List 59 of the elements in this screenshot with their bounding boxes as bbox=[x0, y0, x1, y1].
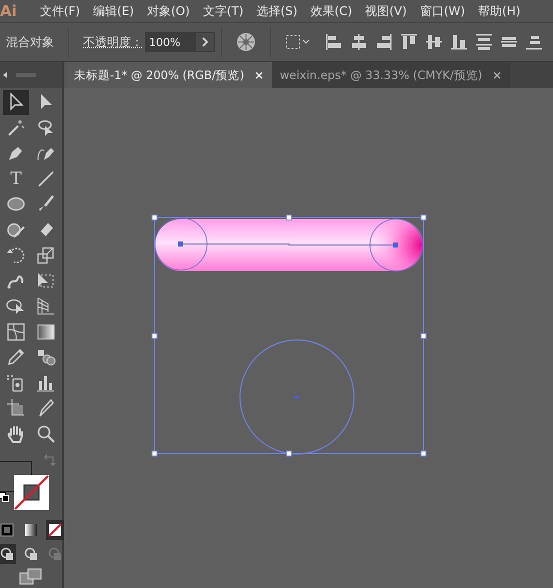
close-button[interactable]: × bbox=[492, 68, 502, 82]
draw-normal-icon bbox=[0, 547, 14, 561]
eyedropper-icon bbox=[6, 347, 26, 368]
perspective-grid-icon bbox=[36, 296, 56, 316]
menu-item[interactable]: 编辑(E) bbox=[93, 2, 134, 20]
none-mode-button[interactable] bbox=[46, 520, 64, 540]
draw-inside-icon bbox=[48, 547, 62, 561]
grip-icon[interactable] bbox=[16, 73, 36, 77]
align-top-icon[interactable] bbox=[400, 33, 418, 51]
line-segment-icon bbox=[36, 168, 56, 189]
menu-item[interactable]: 文字(T) bbox=[202, 2, 244, 20]
tab-title: 未标题-1* @ 200% (RGB/预览) bbox=[74, 68, 244, 82]
distribute-top-icon[interactable] bbox=[475, 33, 493, 51]
selection-label: 混合对象 bbox=[5, 34, 55, 50]
app-logo: Ai bbox=[0, 2, 17, 20]
blend-icon bbox=[36, 347, 56, 368]
mesh-icon bbox=[6, 322, 26, 342]
opacity-menu-button[interactable] bbox=[195, 32, 215, 52]
none-mode-icon bbox=[48, 523, 62, 537]
align-left-icon[interactable] bbox=[325, 33, 343, 51]
menu-item[interactable]: 文件(F) bbox=[40, 2, 80, 20]
fill-swatch[interactable] bbox=[14, 475, 49, 510]
selection-area-icon[interactable] bbox=[285, 34, 311, 50]
chevron-right-icon bbox=[201, 37, 209, 47]
distribute-bottom-icon[interactable] bbox=[525, 33, 543, 51]
document-tab[interactable]: weixin.eps* @ 33.33% (CMYK/预览) × bbox=[272, 62, 510, 88]
document-tab[interactable]: 未标题-1* @ 200% (RGB/预览) × bbox=[66, 62, 272, 88]
rotate-icon bbox=[6, 245, 26, 266]
menu-item[interactable]: 选择(S) bbox=[256, 2, 298, 20]
collapse-icon[interactable] bbox=[2, 72, 8, 78]
tab-title: weixin.eps* @ 33.33% (CMYK/预览) bbox=[280, 68, 482, 82]
align-right-icon[interactable] bbox=[375, 33, 393, 51]
magic-wand-icon bbox=[6, 118, 26, 138]
artboard-icon bbox=[6, 398, 26, 418]
opacity-label[interactable]: 不透明度： bbox=[75, 34, 145, 50]
menu-item[interactable]: 窗口(W) bbox=[420, 2, 466, 20]
menu-item[interactable]: 对象(O) bbox=[146, 2, 190, 20]
zoom-icon bbox=[36, 424, 56, 444]
align-middle-icon[interactable] bbox=[425, 33, 443, 51]
menu-item[interactable]: 视图(V) bbox=[365, 2, 407, 20]
gradient-mode-icon bbox=[24, 523, 38, 537]
menu-item[interactable]: 帮助(H) bbox=[478, 2, 520, 20]
default-colors-icon[interactable] bbox=[0, 492, 9, 502]
opacity-field[interactable]: 100% bbox=[145, 32, 195, 52]
scale-icon bbox=[36, 245, 56, 266]
selection-bounding-box[interactable] bbox=[152, 214, 426, 456]
screen-mode-icon[interactable] bbox=[19, 568, 43, 586]
close-button[interactable]: × bbox=[254, 68, 264, 82]
type-tool[interactable]: T bbox=[3, 166, 29, 191]
menu-item[interactable]: 效果(C) bbox=[310, 2, 352, 20]
hand-icon bbox=[6, 424, 26, 444]
gradient-icon bbox=[36, 322, 56, 342]
color-mode-icon bbox=[0, 523, 14, 537]
align-center-icon[interactable] bbox=[350, 33, 368, 51]
recolor-wheel-icon[interactable] bbox=[236, 32, 256, 52]
align-bottom-icon[interactable] bbox=[450, 33, 468, 51]
draw-behind-icon bbox=[24, 547, 38, 561]
draw-mode-button[interactable] bbox=[0, 544, 16, 564]
selection-arrow-tool[interactable] bbox=[3, 90, 29, 114]
